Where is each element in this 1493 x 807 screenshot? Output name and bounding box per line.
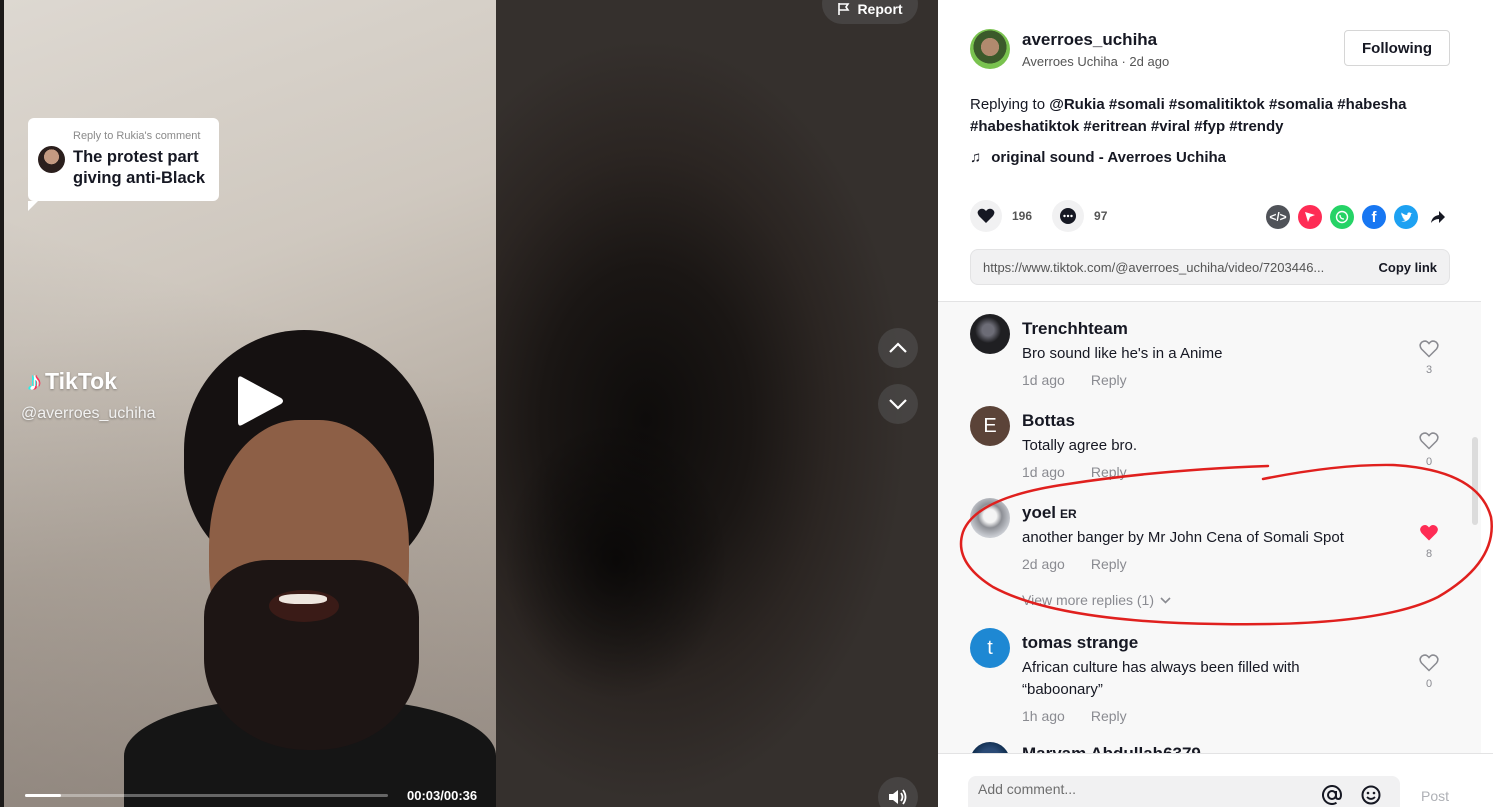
tiktok-logo-icon: ♪ bbox=[28, 366, 41, 396]
video-url: https://www.tiktok.com/@averroes_uchiha/… bbox=[983, 259, 1325, 275]
reply-comment-text: The protest part giving anti-Black bbox=[73, 148, 206, 187]
comment-time: 1d ago bbox=[1022, 372, 1065, 388]
like-count: 196 bbox=[1012, 209, 1033, 223]
music-note-icon: ♫ bbox=[970, 149, 982, 166]
previous-video-button[interactable] bbox=[878, 328, 918, 368]
emoji-button[interactable] bbox=[1360, 784, 1382, 806]
copy-link-box: https://www.tiktok.com/@averroes_uchiha/… bbox=[970, 249, 1450, 285]
comment-time: 1h ago bbox=[1022, 708, 1065, 724]
reply-button[interactable]: Reply bbox=[1091, 372, 1127, 388]
avatar[interactable] bbox=[970, 498, 1010, 538]
details-panel: averroes_uchiha Averroes Uchiha · 2d ago… bbox=[938, 0, 1493, 807]
heart-outline-icon bbox=[1419, 340, 1439, 358]
post-button[interactable]: Post bbox=[1421, 788, 1449, 804]
reply-button[interactable]: Reply bbox=[1091, 464, 1127, 480]
comment-like-button[interactable]: 0 bbox=[1418, 654, 1440, 690]
mention-link[interactable]: @Rukia bbox=[1049, 96, 1104, 113]
embed-icon[interactable]: </> bbox=[1266, 205, 1290, 229]
comment-author[interactable]: Bottas bbox=[1022, 411, 1075, 431]
comment-scrollbar[interactable] bbox=[1472, 437, 1478, 525]
video-time: 00:03/00:36 bbox=[407, 788, 478, 803]
following-button[interactable]: Following bbox=[1344, 30, 1450, 66]
tiktok-wordmark: TikTok bbox=[45, 367, 117, 394]
send-icon[interactable] bbox=[1298, 205, 1322, 229]
comment-author[interactable]: Maryam Abdullah6379 bbox=[1022, 744, 1201, 753]
comment-author[interactable]: Trenchhteam bbox=[1022, 319, 1128, 339]
comment-text: African culture has always been filled w… bbox=[1022, 659, 1300, 698]
comment-time: 2d ago bbox=[1022, 556, 1065, 572]
chevron-up-icon bbox=[889, 342, 907, 353]
comment-icon bbox=[1060, 208, 1077, 224]
heart-outline-icon bbox=[1419, 654, 1439, 672]
comment-like-count: 0 bbox=[1425, 678, 1433, 690]
comment-time: 1d ago bbox=[1022, 464, 1065, 480]
copy-link-button[interactable]: Copy link bbox=[1378, 260, 1437, 275]
person-beard bbox=[204, 560, 419, 750]
comment-like-button[interactable]: 0 bbox=[1418, 432, 1440, 468]
reply-context-label: Reply to Rukia's comment bbox=[73, 130, 201, 142]
heart-filled-icon bbox=[1420, 525, 1438, 541]
comment-author-badge: ER bbox=[1060, 507, 1077, 521]
comment-author[interactable]: tomas strange bbox=[1022, 633, 1138, 653]
comment-like-button[interactable]: 8 bbox=[1418, 524, 1440, 560]
avatar bbox=[38, 146, 65, 173]
comment-button[interactable] bbox=[1052, 200, 1085, 232]
video-progress-bar[interactable] bbox=[25, 794, 388, 797]
avatar[interactable] bbox=[970, 314, 1010, 354]
heart-icon bbox=[977, 208, 995, 223]
chevron-down-icon bbox=[889, 399, 907, 410]
whatsapp-icon[interactable] bbox=[1330, 205, 1354, 229]
chevron-down-icon bbox=[1160, 596, 1171, 604]
comment-like-count: 3 bbox=[1425, 364, 1433, 376]
twitter-icon[interactable] bbox=[1394, 205, 1418, 229]
video-area: Reply to Rukia's comment The protest par… bbox=[0, 0, 938, 807]
stats-row: 196 97 bbox=[970, 200, 1107, 232]
watermark-handle: @averroes_uchiha bbox=[21, 405, 156, 422]
mention-button[interactable] bbox=[1321, 784, 1343, 806]
next-video-button[interactable] bbox=[878, 384, 918, 424]
sound-title: original sound - Averroes Uchiha bbox=[991, 149, 1227, 166]
play-icon[interactable] bbox=[234, 372, 286, 430]
like-button[interactable] bbox=[970, 200, 1002, 232]
emoji-icon bbox=[1361, 785, 1381, 805]
avatar[interactable]: t bbox=[970, 628, 1010, 668]
avatar[interactable]: E bbox=[970, 406, 1010, 446]
report-label: Report bbox=[857, 1, 903, 17]
reply-button[interactable]: Reply bbox=[1091, 556, 1127, 572]
heart-outline-icon bbox=[1419, 432, 1439, 450]
comment-like-button[interactable]: 3 bbox=[1418, 340, 1440, 376]
reply-button[interactable]: Reply bbox=[1091, 708, 1127, 724]
reply-comment-bubble: Reply to Rukia's comment The protest par… bbox=[28, 118, 219, 211]
video-progress-fill bbox=[25, 794, 62, 797]
comment-list[interactable]: Trenchhteam Bro sound like he's in a Ani… bbox=[938, 301, 1481, 753]
view-more-replies[interactable]: View more replies (1) bbox=[1022, 592, 1171, 608]
sound-link[interactable]: ♫ original sound - Averroes Uchiha bbox=[970, 149, 1226, 166]
share-arrow-icon[interactable] bbox=[1426, 205, 1450, 229]
blurred-background bbox=[496, 0, 938, 807]
comment-count: 97 bbox=[1094, 209, 1108, 223]
flag-icon bbox=[838, 3, 850, 15]
author-username[interactable]: averroes_uchiha bbox=[1022, 30, 1157, 50]
comment-text: another banger by Mr John Cena of Somali… bbox=[1022, 529, 1344, 546]
description-prefix: Replying to bbox=[970, 96, 1050, 113]
comment-author[interactable]: yoel ER bbox=[1022, 503, 1077, 523]
tiktok-watermark: ♪ TikTok bbox=[28, 367, 117, 395]
author-avatar[interactable] bbox=[970, 29, 1010, 69]
author-subtitle: Averroes Uchiha · 2d ago bbox=[1022, 54, 1170, 69]
video-player[interactable]: Reply to Rukia's comment The protest par… bbox=[4, 0, 496, 807]
comment-composer: Post bbox=[938, 753, 1493, 807]
avatar[interactable] bbox=[970, 742, 1010, 753]
comment-text: Totally agree bro. bbox=[1022, 437, 1138, 454]
comment-like-count: 0 bbox=[1425, 456, 1433, 468]
comment-text: Bro sound like he's in a Anime bbox=[1022, 345, 1223, 362]
app-root: Reply to Rukia's comment The protest par… bbox=[0, 0, 1493, 807]
volume-icon bbox=[889, 789, 907, 805]
facebook-icon[interactable]: f bbox=[1362, 205, 1386, 229]
report-button[interactable]: Report bbox=[822, 0, 918, 24]
comment-like-count: 8 bbox=[1425, 548, 1433, 560]
share-row: </> f bbox=[1266, 205, 1450, 229]
at-icon bbox=[1322, 785, 1342, 805]
video-description: Replying to @Rukia #somali #somalitiktok… bbox=[970, 94, 1450, 138]
